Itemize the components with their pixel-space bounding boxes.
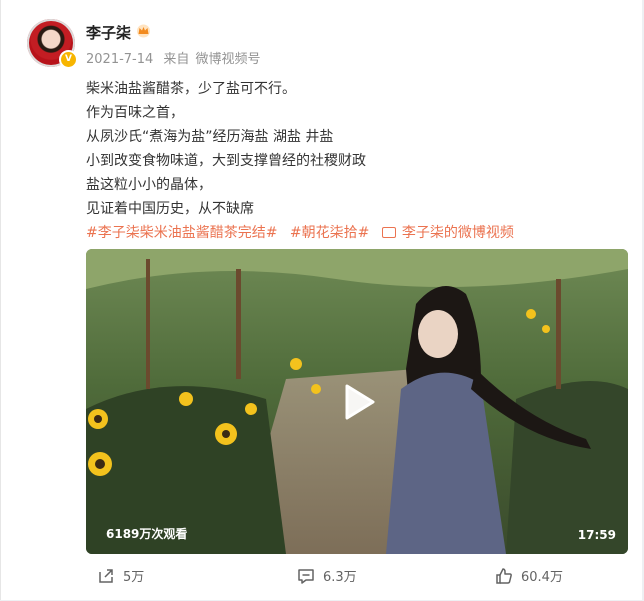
video-camera-icon bbox=[381, 227, 396, 238]
action-bar: 5万 6.3万 60.4万 bbox=[1, 560, 641, 590]
content-line: 见证着中国历史，从不缺席 bbox=[86, 201, 254, 217]
video-duration: 17:59 bbox=[577, 528, 616, 542]
share-count: 5万 bbox=[123, 570, 145, 585]
play-icon[interactable] bbox=[335, 380, 379, 424]
topic-tag[interactable]: #朝花柒拾# bbox=[290, 225, 369, 241]
comment-icon bbox=[298, 568, 314, 584]
avatar[interactable]: V bbox=[27, 19, 78, 69]
video-link-label: 李子柒的微博视频 bbox=[401, 225, 514, 241]
content-line: 小到改变食物味道，大到支撑曾经的社稷财政 bbox=[86, 153, 366, 169]
author-name[interactable]: 李子柒 bbox=[86, 22, 131, 43]
thumbs-up-icon bbox=[496, 567, 512, 584]
video-link[interactable]: 李子柒的微博视频 bbox=[381, 225, 514, 241]
weibo-post-card: V 李子柒 2021-7-14 来自 微博视频号 柴米油盐酱醋茶，少了盐可不行。 … bbox=[0, 0, 642, 600]
content-line: 盐这粒小小的晶体， bbox=[86, 177, 212, 193]
share-icon bbox=[99, 568, 113, 583]
source-prefix: 来自 bbox=[163, 52, 190, 67]
video-player[interactable]: 6189万次观看 17:59 bbox=[86, 249, 628, 554]
verified-badge-icon: V bbox=[59, 50, 78, 69]
post-meta: 2021-7-14 来自 微博视频号 bbox=[86, 48, 266, 67]
post-date[interactable]: 2021-7-14 bbox=[86, 52, 153, 67]
post-content: 柴米油盐酱醋茶，少了盐可不行。 作为百味之首， 从夙沙氏“煮海为盐”经历海盐 湖… bbox=[86, 77, 514, 245]
content-line: 作为百味之首， bbox=[86, 105, 184, 121]
crown-icon bbox=[137, 24, 150, 38]
view-count: 6189万次观看 bbox=[106, 527, 188, 541]
comment-count: 6.3万 bbox=[323, 570, 357, 585]
content-line: 柴米油盐酱醋茶，少了盐可不行。 bbox=[86, 81, 296, 97]
tag-row: #李子柒柴米油盐酱醋茶完结# #朝花柒拾# 李子柒的微博视频 bbox=[86, 221, 514, 245]
post-source: 微博视频号 bbox=[195, 52, 261, 67]
comment-button[interactable]: 6.3万 bbox=[297, 566, 357, 585]
topic-tag[interactable]: #李子柒柴米油盐酱醋茶完结# bbox=[86, 225, 277, 241]
like-button[interactable]: 60.4万 bbox=[495, 566, 563, 585]
share-button[interactable]: 5万 bbox=[97, 566, 144, 585]
content-line: 从夙沙氏“煮海为盐”经历海盐 湖盐 井盐 bbox=[86, 129, 334, 145]
like-count: 60.4万 bbox=[521, 570, 563, 585]
